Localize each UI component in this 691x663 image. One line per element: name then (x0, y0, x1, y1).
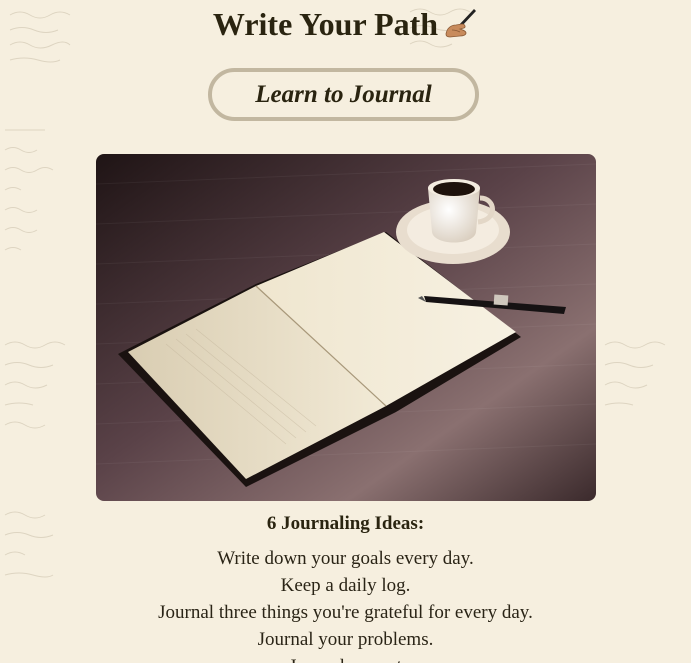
page: Write Your Path Learn to Journal 6 Journ… (0, 0, 691, 663)
ideas-heading: 6 Journaling Ideas: (266, 513, 425, 534)
learn-to-journal-button[interactable]: Learn to Journal (208, 68, 479, 121)
list-item: Journal your st (0, 653, 691, 663)
ideas-list: Write down your goals every day. Keep a … (0, 545, 691, 663)
page-title: Write Your Path (0, 2, 691, 49)
list-item: Keep a daily log. (280, 575, 411, 596)
writing-hand-icon (444, 5, 478, 49)
list-item: Journal three things you're grateful for… (158, 602, 533, 623)
list-item: Journal your problems. (257, 629, 434, 650)
page-title-text: Write Your Path (212, 6, 439, 42)
list-item: Write down your goals every day. (217, 548, 474, 569)
hero-image (96, 154, 596, 501)
